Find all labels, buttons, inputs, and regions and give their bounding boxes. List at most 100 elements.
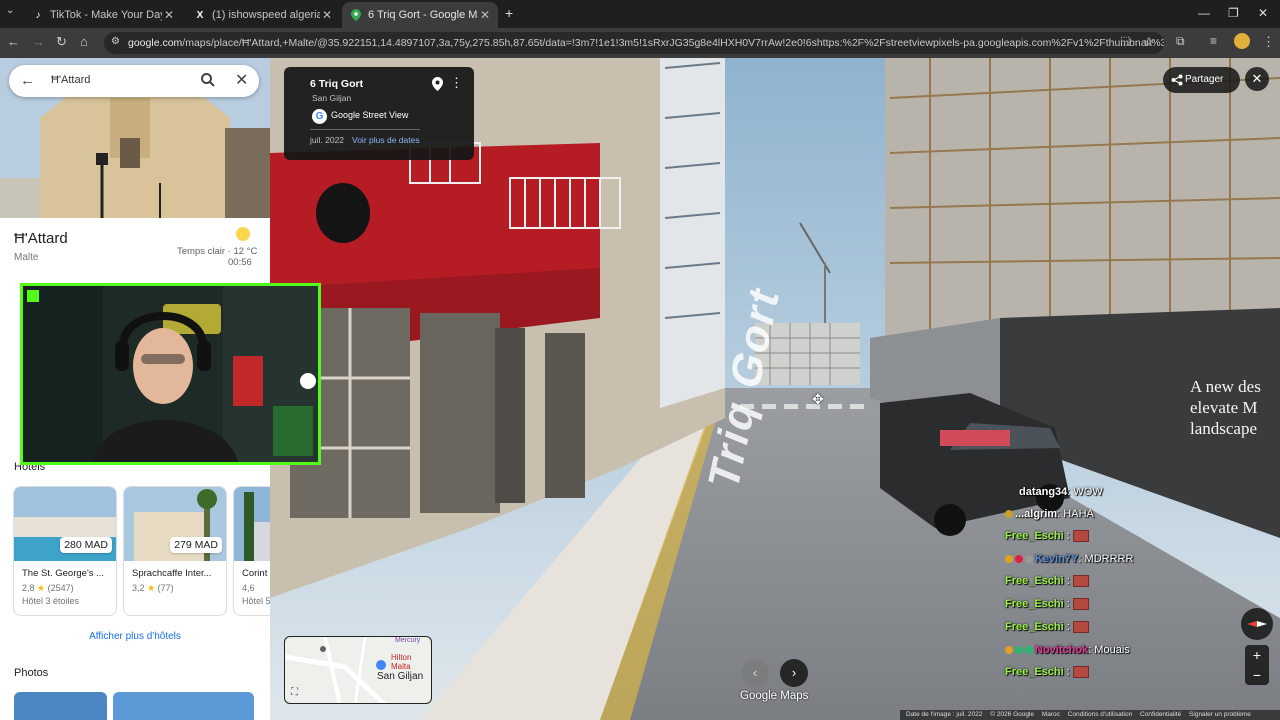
weather-text: Temps clair · 12 °C (177, 246, 258, 257)
bookmark-star-icon[interactable]: ☆ (1143, 34, 1155, 50)
star-icon: ★ (37, 583, 46, 593)
url-field[interactable]: google.com/maps/place/Ħ'Attard,+Malte/@3… (104, 32, 1164, 54)
previous-arrow-icon[interactable]: ‹ (741, 659, 769, 687)
zoom-in-icon[interactable]: + (1245, 645, 1269, 665)
hotel-name: The St. George's ... (22, 568, 105, 579)
hotel-photo (234, 487, 270, 561)
location-pin-icon[interactable] (432, 77, 443, 96)
chat-message: Free_Eschi : (1005, 621, 1089, 637)
hotel-name: Corint (242, 568, 268, 579)
chat-message: Free_Eschi : (1005, 530, 1089, 546)
install-icon[interactable]: ⬚ (1120, 34, 1130, 47)
site-info-icon[interactable]: ⚙ (111, 36, 120, 47)
minimap-poi-label: Hilton Malta (391, 653, 412, 671)
hotel-price: 279 MAD (170, 537, 222, 553)
sv-source: Google Street View (331, 110, 409, 120)
address-bar-row: ← → ↻ ⌂ google.com/maps/place/Ħ'Attard,+… (0, 28, 1280, 58)
clear-search-icon[interactable]: ✕ (235, 70, 248, 90)
menu-kebab-icon[interactable]: ⋮ (1262, 34, 1275, 50)
window-close-icon[interactable]: ✕ (1258, 6, 1268, 20)
street-view-info-card: 6 Triq Gort San Giljan G Google Street V… (284, 67, 474, 160)
tab-close-icon[interactable]: ✕ (320, 8, 334, 22)
tab-twitter[interactable]: X (1) ishowspeed algeria - Recher ✕ (186, 2, 340, 28)
home-icon[interactable]: ⌂ (80, 34, 88, 49)
divider (310, 129, 420, 130)
chat-message: datang34: WOW (1019, 486, 1103, 498)
minimap[interactable]: Mercury Hilton Malta San Giljan ⛶ (284, 636, 432, 704)
chat-message: Free_Eschi : (1005, 666, 1089, 682)
chat-emote-icon (1072, 666, 1089, 679)
chat-message: ...algrim: HAHA (1005, 508, 1094, 524)
share-icon (1171, 73, 1183, 91)
hotel-rating: 2,8 ★ (2547) (22, 583, 74, 593)
sv-capture-date: juil. 2022 (310, 135, 345, 145)
chat-badge-icon (1025, 555, 1033, 564)
tab-tiktok[interactable]: ♪ TikTok - Make Your Day ✕ (24, 2, 182, 28)
chat-emote-icon (1072, 621, 1089, 634)
reload-icon[interactable]: ↻ (56, 34, 67, 50)
webcam-overlay (20, 283, 321, 465)
chat-emote-icon (1072, 598, 1089, 611)
media-icon[interactable]: ≡ (1210, 34, 1217, 48)
hotel-class: Hôtel 3 étoiles (22, 596, 80, 606)
chat-badge-icon (1025, 646, 1033, 655)
chat-message: Novitchok: Mouais (1005, 644, 1130, 660)
chat-message: Free_Eschi : (1005, 575, 1089, 591)
tab-google-maps[interactable]: 6 Triq Gort - Google Maps ✕ (342, 2, 498, 28)
local-time: 00:56 (228, 257, 252, 268)
tab-close-icon[interactable]: ✕ (478, 8, 492, 22)
hotel-rating: 3,2 ★ (77) (132, 583, 174, 593)
chat-badge-icon (1015, 646, 1023, 655)
sun-icon (236, 227, 250, 241)
search-input[interactable]: Ħ'Attard (51, 74, 90, 86)
minimize-icon[interactable]: — (1198, 6, 1210, 20)
photos-heading: Photos (14, 667, 49, 679)
back-arrow-icon[interactable]: ← (20, 72, 35, 89)
tab-close-icon[interactable]: ✕ (162, 8, 176, 22)
new-tab-icon[interactable]: + (505, 5, 513, 21)
zoom-out-icon[interactable]: − (1245, 665, 1269, 685)
chat-badge-icon (1015, 555, 1023, 564)
forward-icon[interactable]: → (32, 34, 45, 49)
minimap-place-label: San Giljan (377, 671, 424, 682)
billboard-text: A new des elevate M landscape (1190, 377, 1261, 438)
compass-icon[interactable] (1241, 608, 1273, 640)
hotel-card[interactable]: 279 MAD Sprachcaffe Inter... 3,2 ★ (77) (123, 486, 227, 616)
chat-emote-icon (1072, 530, 1089, 543)
chat-emote-icon (1072, 575, 1089, 588)
see-more-dates-link[interactable]: Voir plus de dates (352, 135, 420, 145)
hotel-class: Hôtel 5 (242, 596, 270, 606)
restore-icon[interactable]: ❐ (1228, 6, 1239, 20)
search-box[interactable]: ← Ħ'Attard ✕ (9, 65, 259, 97)
close-street-view-button[interactable]: ✕ (1245, 67, 1269, 91)
tab-search-icon[interactable]: ⌄ (6, 5, 14, 16)
search-icon[interactable] (200, 72, 216, 93)
more-options-icon[interactable]: ⋮ (450, 75, 463, 91)
chat-message: Free_Eschi : (1005, 598, 1089, 614)
expand-map-icon[interactable]: ⛶ (291, 687, 298, 698)
x-icon: X (196, 9, 204, 21)
photo-thumbnail[interactable] (113, 692, 254, 720)
tiktok-icon: ♪ (35, 9, 41, 21)
map-footer: Date de l'image : juil. 2022 © 2026 Goog… (900, 710, 1280, 720)
hotel-card[interactable]: 280 MAD The St. George's ... 2,8 ★ (2547… (13, 486, 117, 616)
place-title: Ħ'Attard (14, 230, 68, 247)
extensions-icon[interactable]: ⧉ (1176, 34, 1185, 49)
place-country: Malte (14, 252, 39, 263)
chat-badge-icon (1005, 510, 1013, 519)
zoom-control[interactable]: + − (1245, 645, 1269, 685)
chat-message: Kevin7Y: MDRRRR (1005, 553, 1133, 569)
next-arrow-icon[interactable]: › (780, 659, 808, 687)
chat-badge-icon (1005, 646, 1013, 655)
sv-address: 6 Triq Gort (310, 78, 364, 90)
profile-avatar[interactable] (1234, 33, 1250, 49)
star-icon: ★ (147, 583, 156, 593)
hotel-price: 280 MAD (60, 537, 112, 553)
google-maps-logo: Google Maps (740, 690, 809, 702)
show-more-hotels-link[interactable]: Afficher plus d'hôtels (0, 631, 270, 642)
hotel-card[interactable]: Corint 4,6 Hôtel 5 (233, 486, 270, 616)
back-icon[interactable]: ← (7, 34, 20, 49)
photo-thumbnail[interactable] (14, 692, 107, 720)
minimap-poi-label: Mercury (395, 637, 421, 644)
move-cursor-icon: ✥ (812, 391, 824, 407)
